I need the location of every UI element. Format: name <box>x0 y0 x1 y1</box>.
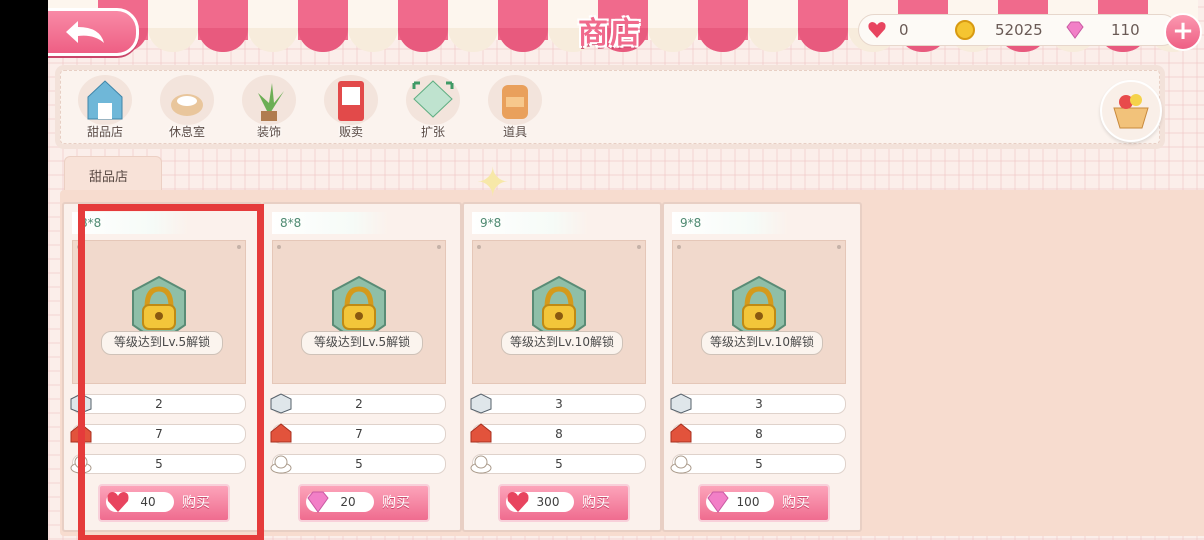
gem-icon <box>307 491 329 513</box>
cup-icon <box>270 455 292 474</box>
house-icon <box>470 423 492 443</box>
unlock-requirement: 等级达到Lv.10解锁 <box>701 331 823 355</box>
stat-cup: 5 <box>470 454 646 474</box>
item-preview: 等级达到Lv.10解锁 <box>472 240 646 384</box>
box-icon <box>670 393 692 414</box>
lounge-icon <box>160 75 214 125</box>
category-expand[interactable]: 扩张 <box>401 75 465 139</box>
stat-cup: 5 <box>670 454 846 474</box>
gem-count: 110 <box>1111 21 1140 39</box>
item-preview: 等级达到Lv.10解锁 <box>672 240 846 384</box>
sparkle-decoration: ✦ <box>476 160 510 206</box>
price: 300 <box>506 492 574 512</box>
category-bar: 甜品店 休息室 装饰 贩卖 扩张 道具 <box>60 70 1160 144</box>
category-decor[interactable]: 装饰 <box>237 75 301 139</box>
unlock-requirement: 等级达到Lv.5解锁 <box>301 331 423 355</box>
shop-card: 9*8 等级达到Lv.10解锁 3 8 5 100 购买 <box>662 202 862 532</box>
price: 100 <box>706 491 774 513</box>
buy-button[interactable]: 300 购买 <box>498 484 630 522</box>
back-arrow-icon <box>66 21 104 43</box>
size-tag: 9*8 <box>672 212 788 234</box>
category-items[interactable]: 道具 <box>483 75 547 139</box>
tab-dessert-shop[interactable]: 甜品店 <box>64 156 162 193</box>
coin-icon <box>955 20 975 40</box>
stat-house: 8 <box>470 423 646 444</box>
gem-icon <box>707 491 729 513</box>
heart-icon <box>868 22 886 38</box>
cup-icon <box>470 455 492 474</box>
page-title: 商店 <box>578 16 642 51</box>
shop-card: 9*8 等级达到Lv.10解锁 3 8 5 300 购买 <box>462 202 662 532</box>
item-preview: 等级达到Lv.5解锁 <box>272 240 446 384</box>
category-lounge[interactable]: 休息室 <box>155 75 219 139</box>
box-icon <box>470 393 492 414</box>
box-icon <box>270 393 292 414</box>
heart-count: 0 <box>899 21 909 39</box>
backpack-icon <box>488 75 542 125</box>
back-button[interactable] <box>48 8 139 56</box>
plant-decor-icon <box>242 75 296 125</box>
house-icon <box>270 423 292 443</box>
gem-icon <box>1066 21 1084 39</box>
size-tag: 9*8 <box>472 212 588 234</box>
stat-size: 3 <box>670 393 846 414</box>
vending-machine-icon <box>324 75 378 125</box>
category-dessert-shop[interactable]: 甜品店 <box>73 75 137 139</box>
heart-icon <box>507 492 529 512</box>
coin-count: 52025 <box>995 21 1043 39</box>
expand-icon <box>406 75 460 125</box>
highlight-frame <box>78 204 264 540</box>
price: 20 <box>306 491 374 513</box>
buy-button[interactable]: 20 购买 <box>298 484 430 522</box>
currency-bar: 0 52025 110 <box>858 14 1178 46</box>
stat-size: 2 <box>270 393 446 414</box>
add-currency-button[interactable]: + <box>1164 13 1202 51</box>
buy-button[interactable]: 100 购买 <box>698 484 830 522</box>
basket-button[interactable] <box>1100 80 1162 142</box>
stat-house: 8 <box>670 423 846 444</box>
shop-card: 8*8 等级达到Lv.5解锁 2 7 5 20 购买 <box>262 202 462 532</box>
shop-screen: 商店 0 52025 110 + 甜品店 休息室 装饰 贩卖 扩张 道具 甜品店… <box>48 0 1204 540</box>
cup-icon <box>670 455 692 474</box>
size-tag: 8*8 <box>272 212 388 234</box>
house-icon <box>670 423 692 443</box>
dessert-shop-icon <box>78 75 132 125</box>
stat-cup: 5 <box>270 454 446 474</box>
basket-icon <box>1113 94 1149 129</box>
unlock-requirement: 等级达到Lv.10解锁 <box>501 331 623 355</box>
stat-house: 7 <box>270 423 446 444</box>
category-vending[interactable]: 贩卖 <box>319 75 383 139</box>
stat-size: 3 <box>470 393 646 414</box>
